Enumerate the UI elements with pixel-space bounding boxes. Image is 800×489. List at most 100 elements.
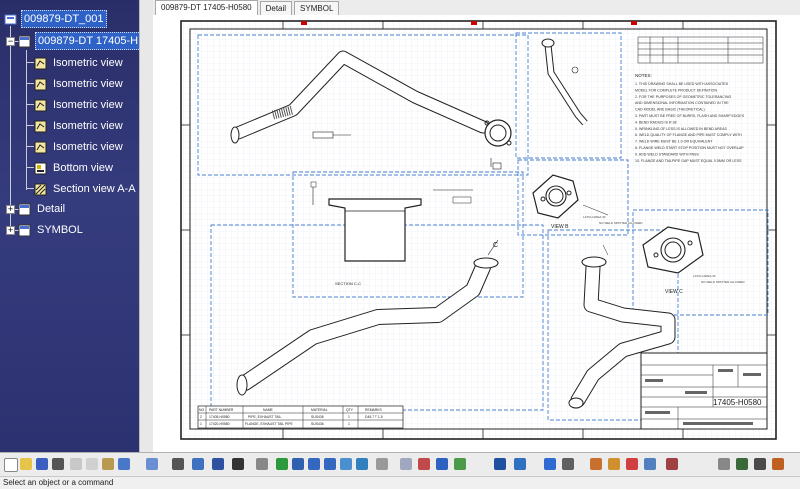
tree-view-isometric-5[interactable]: Isometric view [34, 138, 125, 156]
tools-icon[interactable] [192, 458, 204, 470]
view-b-label: VIEW B [551, 224, 569, 230]
svg-text:NAME: NAME [263, 408, 274, 412]
formula-icon[interactable] [172, 458, 184, 470]
section-cc-label: SECTION C-C [335, 281, 361, 286]
new-sheet-icon[interactable] [418, 458, 430, 470]
tree-view-section-aa[interactable]: Section view A-A [34, 180, 138, 198]
sheet-icon [18, 203, 31, 215]
tab-symbol[interactable]: SYMBOL [294, 1, 340, 15]
grid-icon[interactable] [590, 458, 602, 470]
view-icon [34, 99, 47, 111]
undo-icon[interactable] [118, 458, 130, 470]
drawing-document-icon [4, 14, 17, 24]
pan-icon[interactable] [292, 458, 304, 470]
zoom-in-icon[interactable] [308, 458, 320, 470]
frame-icon[interactable] [754, 458, 766, 470]
svg-text:LATCH AREA 40: LATCH AREA 40 [693, 274, 716, 278]
copy-icon[interactable] [86, 458, 98, 470]
specification-tree[interactable]: 009879-DT_001 − 009879-DT 17405-H Isomet… [0, 0, 139, 452]
text-icon[interactable] [736, 458, 748, 470]
title-block: 17405-H0580 [640, 352, 768, 430]
svg-text:17405-H0580: 17405-H0580 [209, 415, 230, 419]
hide-show-icon[interactable] [376, 458, 388, 470]
sketch-icon[interactable] [666, 458, 678, 470]
tree-view-label: Section view A-A [53, 183, 136, 195]
collapse-toggle-icon[interactable]: − [6, 37, 15, 46]
note-line: 6. WELD QUALITY OF FLANGE AND PIPE MUST … [635, 133, 742, 137]
bom-table: NO PART NUMBER NAME MATERIAL QTY REMARKS… [197, 405, 404, 429]
note-line: 8. FLANGE WELD START STOP POSITION MUST … [635, 146, 744, 150]
select-icon[interactable] [256, 458, 268, 470]
svg-text:FLANGE, EXHAUST TAIL PIPE: FLANGE, EXHAUST TAIL PIPE [245, 422, 293, 426]
snap-icon[interactable] [608, 458, 620, 470]
normal-view-icon[interactable] [356, 458, 368, 470]
expand-toggle-icon[interactable]: + [6, 226, 15, 235]
tree-symbol-label: SYMBOL [37, 224, 83, 236]
svg-text:1: 1 [200, 422, 202, 426]
symbol-icon[interactable] [772, 458, 784, 470]
tree-view-isometric-2[interactable]: Isometric view [34, 75, 125, 93]
new-icon[interactable] [4, 458, 18, 472]
section-marker-c: C [493, 242, 498, 249]
note-line: 3. PART MUST BE FREE OF BURRS, FLASH AND… [635, 114, 745, 118]
cursor-icon[interactable] [718, 458, 730, 470]
help-icon[interactable] [146, 458, 158, 470]
svg-text:1: 1 [348, 415, 350, 419]
tree-view-isometric-4[interactable]: Isometric view [34, 117, 125, 135]
sheet-icon[interactable] [400, 458, 412, 470]
bottom-view-icon [34, 162, 47, 174]
tree-view-label: Isometric view [53, 99, 123, 111]
tab-detail[interactable]: Detail [259, 1, 293, 15]
paste-icon[interactable] [102, 458, 114, 470]
view-icon [34, 141, 47, 153]
note-line: 5. WRINKLING OF LESS IS ALLOWED IN BEND … [635, 127, 727, 131]
zoom-out-icon[interactable] [324, 458, 336, 470]
measure-icon[interactable] [232, 458, 244, 470]
save-icon[interactable] [36, 458, 48, 470]
properties-icon[interactable] [562, 458, 574, 470]
tree-splitter[interactable] [139, 0, 154, 452]
svg-text:1: 1 [348, 422, 350, 426]
print-icon[interactable] [52, 458, 64, 470]
tree-root-node[interactable]: 009879-DT_001 [4, 10, 107, 28]
svg-text:MATERIAL: MATERIAL [311, 408, 328, 412]
open-icon[interactable] [20, 458, 32, 470]
dimension-icon[interactable] [494, 458, 506, 470]
annotation-icon[interactable] [514, 458, 526, 470]
view-icon [34, 78, 47, 90]
tree-detail-node[interactable]: Detail [18, 200, 67, 218]
layer-icon[interactable] [644, 458, 656, 470]
cube-icon[interactable] [544, 458, 556, 470]
fit-all-icon[interactable] [276, 458, 288, 470]
svg-text:17420-H0580: 17420-H0580 [209, 422, 230, 426]
expand-toggle-icon[interactable]: + [6, 205, 15, 214]
tree-sheet-node[interactable]: 009879-DT 17405-H [18, 32, 139, 50]
view-icon [34, 57, 47, 69]
notes-title: NOTES: [635, 73, 652, 78]
svg-text:D45.7 T 1.5: D45.7 T 1.5 [365, 415, 383, 419]
drawing-canvas[interactable]: NOTES: 1. THIS DRAWING SHALL BE USED WIT… [153, 15, 800, 452]
tree-view-isometric-1[interactable]: Isometric view [34, 54, 125, 72]
view-create-icon[interactable] [436, 458, 448, 470]
table-icon[interactable] [212, 458, 224, 470]
note-line: 10. FLANGE AND TAILPIPE GAP MUST EQUAL 0… [635, 159, 742, 163]
tree-view-bottom[interactable]: Bottom view [34, 159, 115, 177]
tree-symbol-node[interactable]: SYMBOL [18, 221, 85, 239]
tree-detail-label: Detail [37, 203, 66, 215]
svg-text:SUS436: SUS436 [311, 422, 324, 426]
drawing-area[interactable]: 009879-DT 17405-H0580 Detail SYMBOL NOTE… [153, 0, 800, 452]
analysis-icon[interactable] [626, 458, 638, 470]
svg-text:2: 2 [200, 415, 202, 419]
tree-view-isometric-3[interactable]: Isometric view [34, 96, 125, 114]
tree-view-label: Bottom view [53, 162, 113, 174]
update-icon[interactable] [454, 458, 466, 470]
note-line: CAD MODEL ARE BASIC (THEORETICAL) [635, 108, 705, 112]
svg-text:NO WELD SPATTER ALLOWED: NO WELD SPATTER ALLOWED [701, 280, 745, 284]
note-line: 1. THIS DRAWING SHALL BE USED WITH ASSOC… [635, 82, 729, 86]
tree-view-label: Isometric view [53, 120, 123, 132]
tab-main-sheet[interactable]: 009879-DT 17405-H0580 [155, 0, 258, 15]
zoom-area-icon[interactable] [340, 458, 352, 470]
svg-text:QTY: QTY [346, 408, 354, 412]
cut-icon[interactable] [70, 458, 82, 470]
tree-view-label: Isometric view [53, 57, 123, 69]
